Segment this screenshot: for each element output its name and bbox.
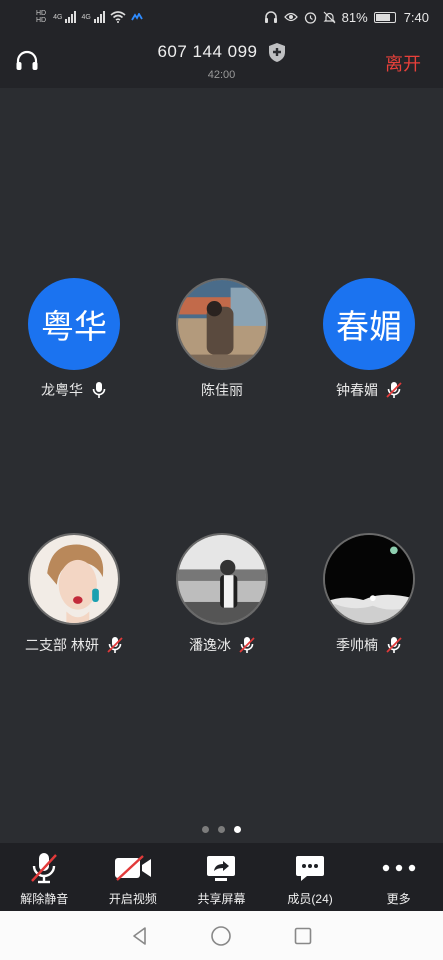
avatar bbox=[28, 533, 120, 625]
microphone-muted-icon bbox=[239, 637, 255, 653]
recents-icon[interactable] bbox=[293, 926, 313, 946]
participant-tile[interactable]: 陈佳丽 bbox=[148, 278, 296, 400]
avatar-photo bbox=[325, 535, 413, 623]
eye-icon bbox=[283, 12, 298, 22]
meeting-info[interactable]: 607 144 099 42:00 bbox=[157, 42, 285, 81]
leave-button[interactable]: 离开 bbox=[385, 50, 421, 76]
more-label: 更多 bbox=[386, 892, 411, 906]
participant-tile[interactable]: 春媚 钟春媚 bbox=[295, 278, 443, 400]
share-screen-button[interactable]: 共享屏幕 bbox=[181, 851, 261, 907]
meeting-toolbar: 解除静音 开启视频 共享屏幕 成员(24) 更多 bbox=[0, 843, 443, 911]
participant-name: 钟春媚 bbox=[336, 382, 378, 398]
members-button[interactable]: 成员(24) bbox=[270, 851, 350, 907]
start-video-label: 开启视频 bbox=[108, 892, 157, 906]
start-video-button[interactable]: 开启视频 bbox=[93, 851, 173, 907]
participant-tile[interactable]: 季帅楠 bbox=[295, 533, 443, 655]
more-dots-icon bbox=[382, 864, 415, 872]
members-label: 成员(24) bbox=[287, 892, 333, 906]
status-bar: HD HD 4G 4G 81% 7:40 bbox=[0, 0, 443, 34]
microphone-icon bbox=[92, 382, 106, 398]
chat-bubble-icon bbox=[296, 856, 325, 881]
meeting-elapsed-time: 42:00 bbox=[207, 68, 236, 81]
net-type-2: 4G bbox=[81, 13, 91, 21]
more-button[interactable]: 更多 bbox=[359, 851, 439, 907]
microphone-muted-icon bbox=[386, 637, 402, 653]
participant-tile[interactable]: 潘逸冰 bbox=[148, 533, 296, 655]
share-screen-label: 共享屏幕 bbox=[197, 892, 246, 906]
participant-name: 陈佳丽 bbox=[201, 382, 243, 398]
headphone-status-icon bbox=[264, 11, 277, 23]
participant-name: 季帅楠 bbox=[336, 637, 378, 653]
avatar-photo bbox=[178, 535, 266, 623]
page-indicator[interactable] bbox=[0, 826, 443, 833]
audio-output-icon[interactable] bbox=[14, 48, 40, 74]
video-camera-off-icon bbox=[114, 855, 151, 881]
participant-name: 二支部 林妍 bbox=[25, 637, 99, 653]
net-type-1: 4G bbox=[53, 13, 63, 21]
unmute-button[interactable]: 解除静音 bbox=[4, 851, 84, 907]
battery-icon bbox=[373, 11, 396, 23]
hd-label-1: HD bbox=[36, 10, 47, 17]
participant-tile[interactable]: 粤华 龙粤华 bbox=[0, 278, 148, 400]
participant-name: 潘逸冰 bbox=[189, 637, 231, 653]
page-dot[interactable] bbox=[202, 826, 209, 833]
avatar bbox=[176, 533, 268, 625]
signal-icon-2 bbox=[93, 11, 105, 23]
unmute-label: 解除静音 bbox=[20, 892, 69, 906]
alarm-icon bbox=[304, 11, 316, 24]
home-icon[interactable] bbox=[210, 925, 232, 947]
app-notification-icon bbox=[131, 13, 143, 21]
participant-name: 龙粤华 bbox=[41, 382, 83, 398]
hd-label-2: HD bbox=[36, 17, 47, 24]
avatar bbox=[323, 533, 415, 625]
avatar-photo bbox=[30, 535, 118, 623]
security-shield-icon[interactable] bbox=[268, 42, 286, 63]
microphone-muted-icon bbox=[31, 853, 58, 884]
avatar: 春媚 bbox=[323, 278, 415, 370]
avatar: 粤华 bbox=[28, 278, 120, 370]
battery-percent: 81% bbox=[341, 9, 368, 25]
avatar-photo bbox=[178, 280, 266, 368]
wifi-icon bbox=[110, 11, 126, 23]
avatar bbox=[176, 278, 268, 370]
meeting-id: 607 144 099 bbox=[157, 42, 258, 61]
clock: 7:40 bbox=[403, 9, 429, 25]
network-info: HD HD bbox=[36, 10, 46, 24]
page-dot[interactable] bbox=[218, 826, 225, 833]
participant-grid: 粤华 龙粤华 陈佳丽 春媚 钟春媚 二支部 林妍 潘逸冰 季帅楠 bbox=[0, 88, 443, 843]
participant-tile[interactable]: 二支部 林妍 bbox=[0, 533, 148, 655]
mute-bell-icon bbox=[323, 11, 336, 23]
microphone-muted-icon bbox=[386, 382, 402, 398]
microphone-muted-icon bbox=[107, 637, 123, 653]
back-icon[interactable] bbox=[130, 926, 150, 946]
page-dot-active[interactable] bbox=[234, 826, 241, 833]
signal-icon-1 bbox=[65, 11, 77, 23]
system-navigation-bar bbox=[0, 911, 443, 960]
meeting-header: 607 144 099 42:00 离开 bbox=[0, 34, 443, 88]
share-screen-icon bbox=[207, 856, 236, 881]
